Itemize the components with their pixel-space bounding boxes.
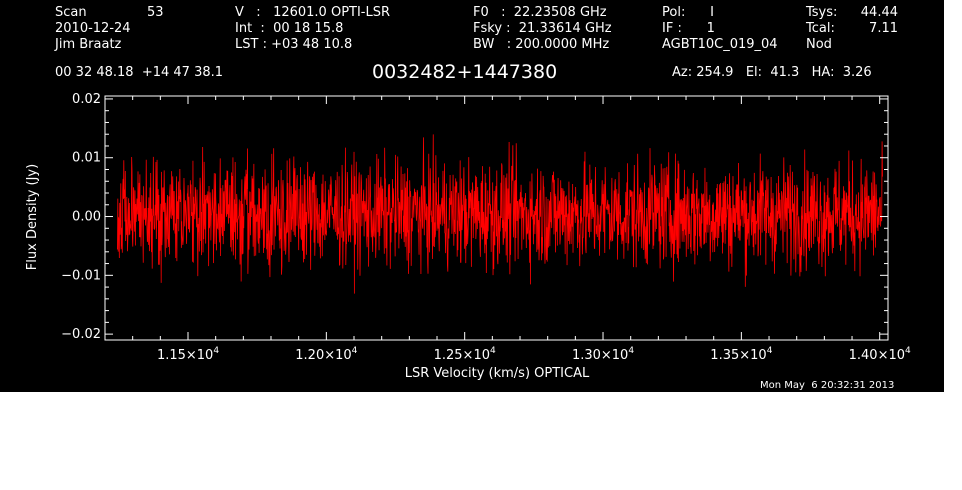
x-tick-label: 1.15×104 [157,346,219,363]
spectrum-trace [117,134,883,294]
x-tick-label: 1.25×104 [434,346,496,363]
y-tick-label: −0.02 [61,327,101,342]
y-axis-label: Flux Density (Jy) [25,164,40,270]
x-tick-label: 1.30×104 [572,346,634,363]
y-tick-label: 0.00 [72,210,101,225]
y-tick-label: 0.01 [72,151,101,166]
y-tick-label: 0.02 [72,92,101,107]
x-tick-label: 1.20×104 [295,346,357,363]
x-tick-label: 1.35×104 [710,346,772,363]
x-axis-label: LSR Velocity (km/s) OPTICAL [405,366,590,381]
y-tick-label: −0.01 [61,268,101,283]
x-tick-label: 1.40×104 [849,346,911,363]
spectrum-trace-layer [117,134,883,294]
spectrum-chart: −0.02 −0.01 0.00 0.01 0.02 1.15×104 1.20×104 1.… [25,92,911,381]
